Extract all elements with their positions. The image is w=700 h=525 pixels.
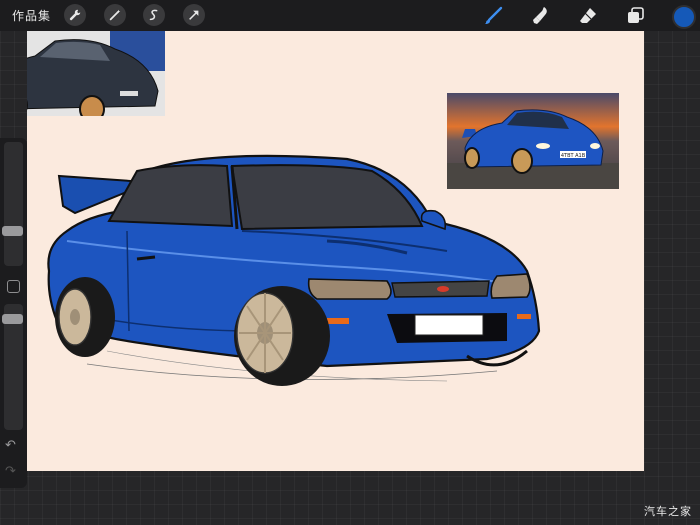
rear-wheel (55, 277, 115, 357)
transform-arrow-icon (189, 10, 199, 20)
adjustments-button[interactable] (104, 4, 126, 26)
brush-size-slider[interactable] (2, 142, 23, 266)
transform-button[interactable] (183, 4, 205, 26)
brush-button[interactable] (482, 5, 504, 27)
color-picker-button[interactable] (672, 5, 696, 29)
smudge-button[interactable] (529, 5, 551, 27)
brush-icon (485, 6, 503, 24)
gallery-button[interactable]: 作品集 (12, 7, 51, 24)
license-plate (414, 314, 484, 336)
magic-wand-icon (109, 9, 121, 21)
reference-image-1[interactable] (27, 31, 165, 116)
watermark: 汽车之家 (644, 505, 692, 518)
left-sidebar: ↶ ↷ (0, 138, 27, 488)
front-wheel (234, 286, 330, 386)
eraser-button[interactable] (577, 5, 599, 27)
eraser-icon (580, 8, 596, 23)
undo-button[interactable]: ↶ (5, 438, 16, 453)
real-car-photo: 4TBT A1B (447, 93, 619, 189)
reference-plate-text: 4TBT A1B (561, 153, 586, 159)
smudge-icon (533, 7, 547, 24)
opacity-slider[interactable] (2, 304, 23, 430)
drawing-canvas[interactable]: 4TBT A1B (27, 31, 644, 471)
model-car-photo (27, 31, 165, 116)
brush-size-thumb[interactable] (2, 226, 23, 236)
layers-icon (628, 7, 644, 23)
wrench-icon (69, 9, 81, 21)
opacity-thumb[interactable] (2, 314, 23, 324)
top-toolbar: 作品集 (0, 0, 700, 31)
selection-icon (149, 9, 158, 21)
selection-button[interactable] (143, 4, 165, 26)
redo-button[interactable]: ↷ (5, 464, 16, 479)
procreate-app: 作品集 4TBT A1B ↶ ↷ 汽车之家 (0, 0, 700, 525)
eyedropper-button[interactable] (7, 280, 20, 293)
layers-button[interactable] (624, 5, 646, 27)
reference-image-2[interactable]: 4TBT A1B (447, 93, 619, 189)
actions-button[interactable] (64, 4, 86, 26)
